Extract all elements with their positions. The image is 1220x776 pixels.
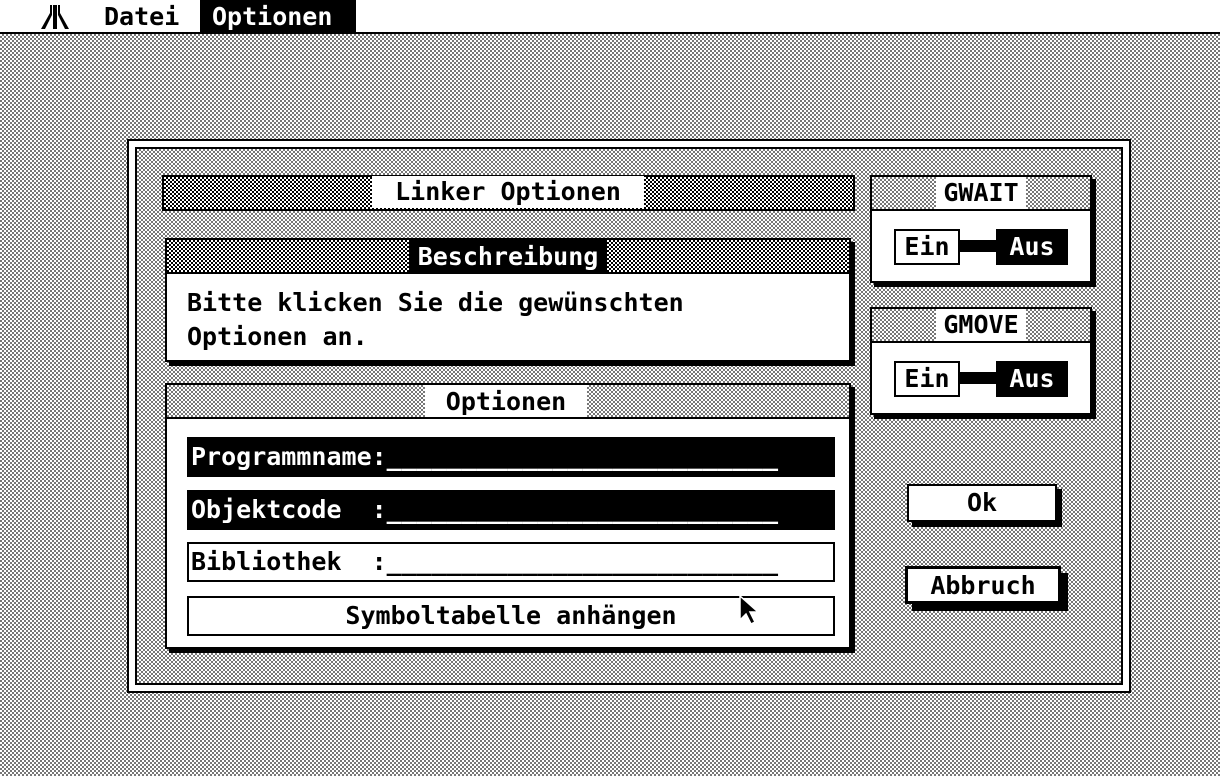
description-header-label: Beschreibung	[409, 240, 607, 272]
gmove-connector	[958, 372, 998, 384]
gmove-aus-button[interactable]: Aus	[996, 361, 1068, 397]
description-text: Bitte klicken Sie die gewünschten Option…	[187, 288, 684, 351]
dialog-title: Linker Optionen	[372, 176, 644, 208]
objektcode-label: Objektcode :	[191, 495, 387, 524]
bibliothek-field[interactable]: Bibliothek :__________________________	[187, 542, 835, 582]
programmname-value: __________________________	[386, 442, 779, 471]
objektcode-field[interactable]: Objektcode :__________________________	[187, 490, 835, 530]
description-panel: Beschreibung Bitte klicken Sie die gewün…	[165, 238, 851, 362]
bibliothek-label: Bibliothek :	[191, 547, 387, 576]
bibliothek-value: __________________________	[386, 547, 779, 576]
arrow-pointer-icon	[738, 594, 762, 630]
gmove-title: GMOVE	[936, 309, 1026, 341]
atari-logo-icon[interactable]	[30, 0, 80, 33]
ok-button[interactable]: Ok	[907, 484, 1057, 522]
gwait-title: GWAIT	[936, 177, 1026, 209]
menu-optionen[interactable]: Optionen	[200, 0, 356, 33]
menu-datei[interactable]: Datei	[92, 0, 191, 33]
gmove-ein-button[interactable]: Ein	[894, 361, 960, 397]
options-header-label: Optionen	[425, 385, 587, 417]
objektcode-value: __________________________	[386, 495, 779, 524]
gwait-aus-button[interactable]: Aus	[996, 229, 1068, 265]
gmove-toggle-group: GMOVE Ein Aus	[870, 307, 1092, 415]
programmname-label: Programmname:	[191, 442, 387, 471]
gwait-connector	[958, 240, 998, 252]
programmname-field[interactable]: Programmname:__________________________	[187, 437, 835, 477]
gwait-toggle-group: GWAIT Ein Aus	[870, 175, 1092, 283]
cancel-button[interactable]: Abbruch	[905, 566, 1061, 604]
menu-bar: Datei Optionen	[0, 0, 1220, 34]
gwait-ein-button[interactable]: Ein	[894, 229, 960, 265]
